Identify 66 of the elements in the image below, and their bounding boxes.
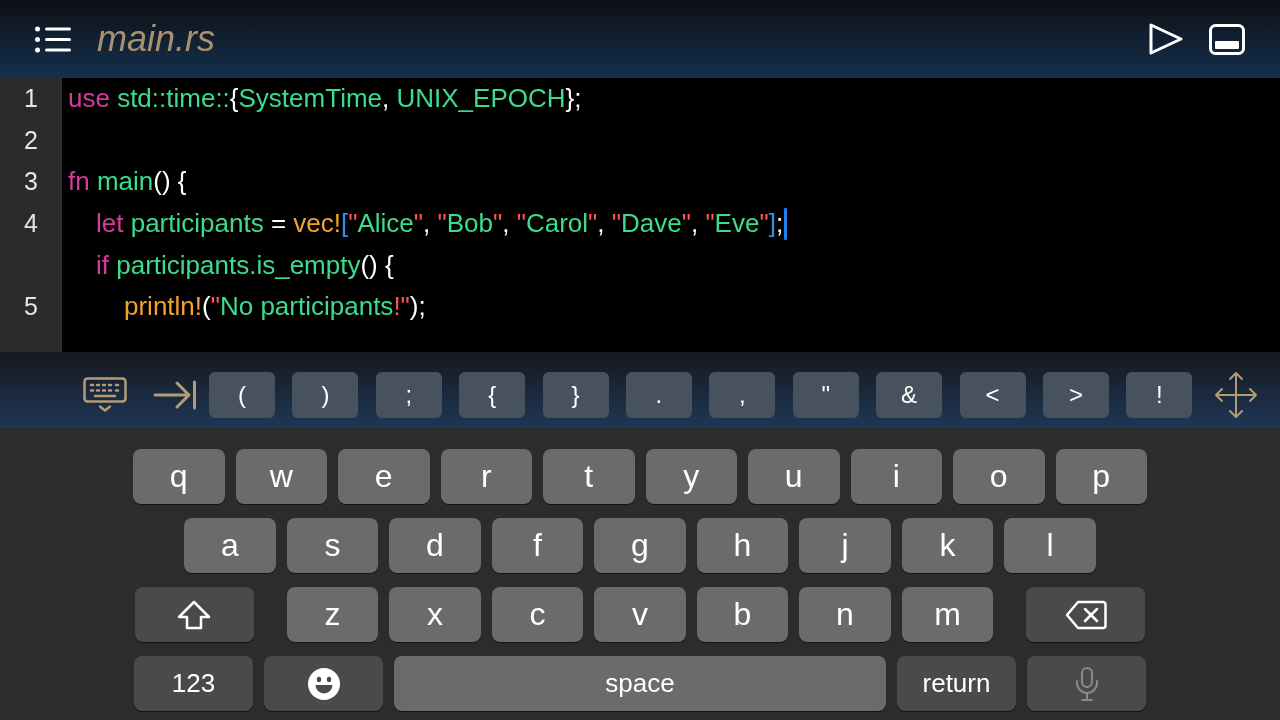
symbol-key[interactable]: , — [709, 372, 776, 418]
backspace-icon — [1064, 599, 1107, 630]
letter-key[interactable]: z — [286, 587, 379, 642]
letter-key[interactable]: y — [645, 449, 737, 504]
numbers-key[interactable]: 123 — [134, 656, 253, 711]
line-number: 2 — [24, 125, 38, 155]
shift-icon — [177, 599, 212, 630]
tab-icon[interactable] — [153, 380, 197, 410]
code-line: let participants = vec!["Alice", "Bob", "Carol", "Dave", "Eve"]; — [96, 208, 784, 240]
symbol-key[interactable]: ; — [375, 372, 442, 418]
letter-key[interactable]: i — [850, 449, 942, 504]
shift-key[interactable] — [134, 587, 254, 642]
symbol-key[interactable]: { — [459, 372, 526, 418]
letter-key[interactable]: r — [440, 449, 532, 504]
symbol-key[interactable]: ! — [1126, 372, 1193, 418]
letter-key[interactable]: j — [799, 518, 891, 573]
letter-key[interactable]: v — [594, 587, 686, 642]
letter-key[interactable]: c — [491, 587, 584, 642]
microphone-icon — [1075, 666, 1098, 701]
emoji-key[interactable] — [264, 656, 383, 711]
symbol-key[interactable]: } — [542, 372, 609, 418]
menu-icon[interactable] — [35, 25, 71, 53]
letter-key[interactable]: f — [491, 518, 584, 573]
line-number: 5 — [24, 292, 38, 322]
symbol-key[interactable]: > — [1042, 372, 1109, 418]
letter-key[interactable]: g — [594, 518, 686, 573]
letter-key[interactable]: k — [901, 518, 994, 573]
symbol-key[interactable]: " — [792, 372, 859, 418]
code-line: println!("No participants!"); — [124, 291, 426, 323]
letter-key[interactable]: t — [543, 449, 635, 504]
letter-key[interactable]: w — [235, 449, 327, 504]
code-line: use std::time::{SystemTime, UNIX_EPOCH}; — [68, 83, 582, 115]
letter-key[interactable]: s — [286, 518, 379, 573]
letter-key[interactable]: l — [1004, 518, 1096, 573]
delete-key[interactable] — [1026, 587, 1146, 642]
letter-key[interactable]: d — [389, 518, 481, 573]
letter-key[interactable]: u — [748, 449, 840, 504]
keyboard-icon[interactable] — [83, 377, 127, 413]
line-number: 4 — [24, 209, 38, 239]
move-icon[interactable] — [1214, 371, 1259, 419]
symbol-key[interactable]: & — [876, 372, 943, 418]
symbol-key[interactable]: < — [959, 372, 1026, 418]
letter-key[interactable]: a — [184, 518, 276, 573]
microphone-key[interactable] — [1027, 656, 1146, 711]
letter-key[interactable]: h — [696, 518, 789, 573]
space-key[interactable]: space — [394, 656, 886, 711]
play-icon[interactable] — [1149, 23, 1183, 55]
letter-key[interactable]: b — [696, 587, 789, 642]
code-line: fn main() { — [68, 166, 187, 198]
letter-key[interactable]: q — [133, 449, 225, 504]
letter-key[interactable]: o — [953, 449, 1045, 504]
symbol-key[interactable]: . — [625, 372, 692, 418]
symbol-key[interactable]: ) — [292, 372, 359, 418]
letter-key[interactable]: x — [389, 587, 481, 642]
return-key[interactable]: return — [897, 656, 1016, 711]
line-number: 3 — [24, 167, 38, 197]
line-number: 1 — [24, 84, 38, 114]
letter-key[interactable]: m — [901, 587, 994, 642]
letter-key[interactable]: n — [799, 587, 891, 642]
symbol-key[interactable]: ( — [209, 372, 275, 418]
code-line: if participants.is_empty() { — [96, 249, 394, 281]
file-title: main.rs — [97, 18, 216, 60]
letter-key[interactable]: p — [1055, 449, 1147, 504]
panel-toggle-icon[interactable] — [1209, 23, 1245, 55]
smiley-icon — [307, 667, 340, 700]
letter-key[interactable]: e — [338, 449, 430, 504]
